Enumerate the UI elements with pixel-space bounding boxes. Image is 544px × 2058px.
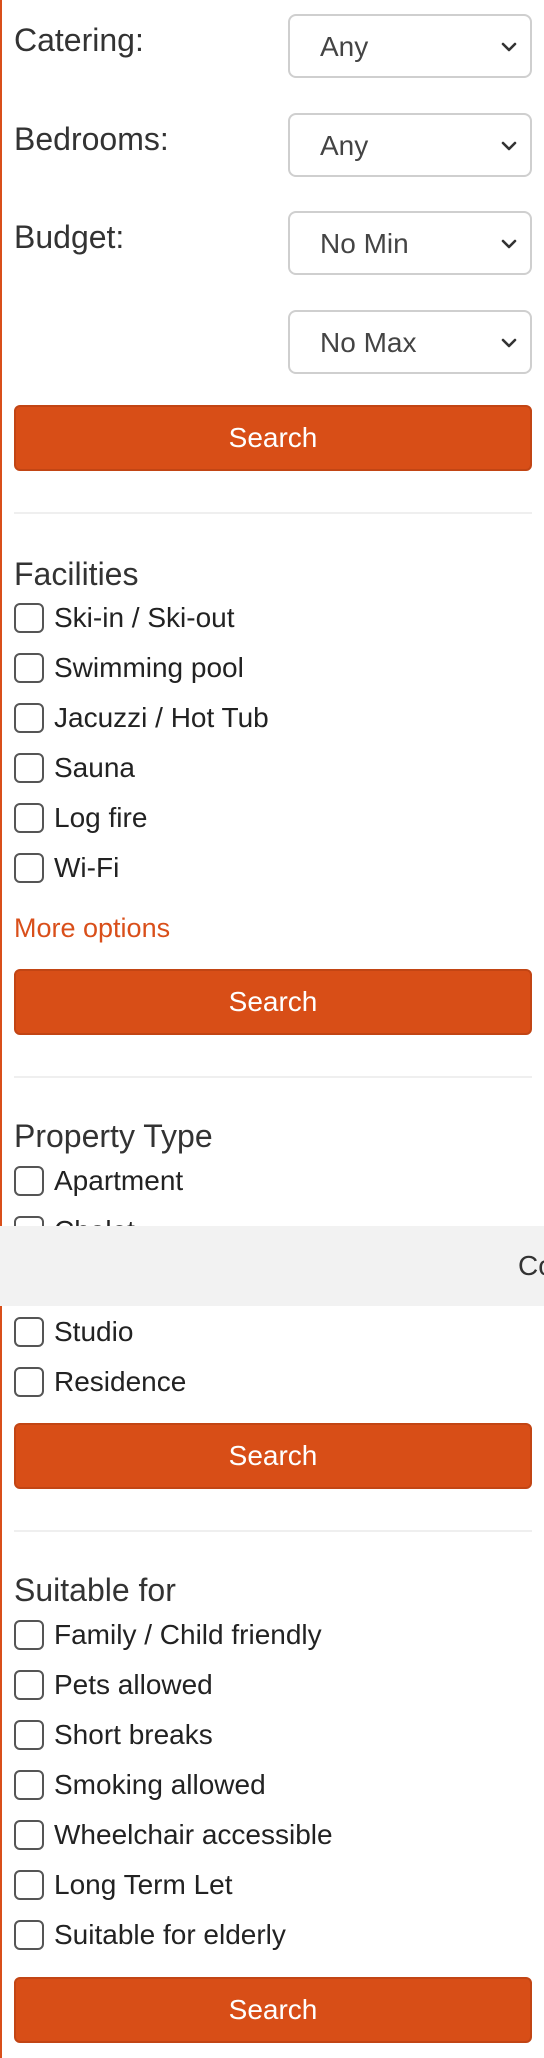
budget-min-select[interactable]: No Min (288, 211, 532, 275)
checkbox[interactable] (14, 1720, 44, 1750)
bedrooms-select[interactable]: Any (288, 113, 532, 177)
chevron-down-icon (501, 239, 517, 249)
checkbox[interactable] (14, 703, 44, 733)
facility-label: Jacuzzi / Hot Tub (54, 702, 269, 733)
section-divider (14, 1076, 532, 1078)
budget-max-row: No Max (14, 310, 532, 378)
budget-label: Budget: (14, 219, 125, 255)
section-divider (14, 512, 532, 514)
suitable-for-label: Smoking allowed (54, 1769, 266, 1800)
search-button[interactable]: Search (14, 969, 532, 1035)
checkbox[interactable] (14, 753, 44, 783)
facility-label: Swimming pool (54, 652, 244, 683)
checkbox[interactable] (14, 1166, 44, 1196)
bedrooms-label: Bedrooms: (14, 121, 169, 157)
facilities-title: Facilities (14, 556, 139, 592)
checkbox[interactable] (14, 1820, 44, 1850)
property-type-label: Apartment (54, 1165, 184, 1196)
checkbox[interactable] (14, 853, 44, 883)
chevron-down-icon (501, 141, 517, 151)
budget-min-value: No Min (320, 228, 409, 259)
checkbox[interactable] (14, 1670, 44, 1700)
catering-filter: Catering: Any (14, 14, 532, 82)
suitable-for-label: Family / Child friendly (54, 1619, 322, 1650)
bedrooms-filter: Bedrooms: Any (14, 113, 532, 181)
facility-label: Wi-Fi (54, 852, 120, 883)
facility-label: Ski-in / Ski-out (54, 602, 235, 633)
search-button[interactable]: Search (14, 1977, 532, 2043)
checkbox[interactable] (14, 803, 44, 833)
suitable-for-label: Suitable for elderly (54, 1919, 286, 1950)
chevron-down-icon (501, 338, 517, 348)
checkbox[interactable] (14, 1920, 44, 1950)
cookie-banner-text: Co (518, 1250, 544, 1281)
more-options-link[interactable]: More options (14, 913, 170, 944)
suitable-for-label: Pets allowed (54, 1669, 213, 1700)
checkbox[interactable] (14, 653, 44, 683)
checkbox[interactable] (14, 1216, 44, 1226)
search-button[interactable]: Search (14, 405, 532, 471)
budget-max-value: No Max (320, 327, 417, 358)
catering-label: Catering: (14, 22, 144, 58)
bedrooms-select-value: Any (320, 130, 369, 161)
budget-filter: Budget: No Min (14, 211, 532, 279)
search-button[interactable]: Search (14, 1423, 532, 1489)
property-type-option-partial: Chalet (14, 1216, 314, 1226)
suitable-for-label: Short breaks (54, 1719, 213, 1750)
checkbox[interactable] (14, 1870, 44, 1900)
section-divider (14, 1530, 532, 1532)
facility-label: Log fire (54, 802, 148, 833)
property-type-label: Studio (54, 1316, 134, 1347)
left-accent-rule (0, 0, 2, 2058)
chevron-down-icon (501, 42, 517, 52)
property-type-label: Residence (54, 1366, 187, 1397)
facility-label: Sauna (54, 752, 135, 783)
checkbox[interactable] (14, 1317, 44, 1347)
suitable-for-title: Suitable for (14, 1572, 176, 1608)
checkbox[interactable] (14, 1367, 44, 1397)
catering-select[interactable]: Any (288, 14, 532, 78)
checkbox[interactable] (14, 1770, 44, 1800)
cookie-banner[interactable]: Co (0, 1226, 544, 1306)
checkbox[interactable] (14, 1620, 44, 1650)
budget-max-select[interactable]: No Max (288, 310, 532, 374)
checkbox[interactable] (14, 603, 44, 633)
property-type-label: Chalet (54, 1216, 135, 1226)
suitable-for-label: Long Term Let (54, 1869, 233, 1900)
catering-select-value: Any (320, 31, 369, 62)
property-type-title: Property Type (14, 1118, 213, 1154)
suitable-for-label: Wheelchair accessible (54, 1819, 333, 1850)
